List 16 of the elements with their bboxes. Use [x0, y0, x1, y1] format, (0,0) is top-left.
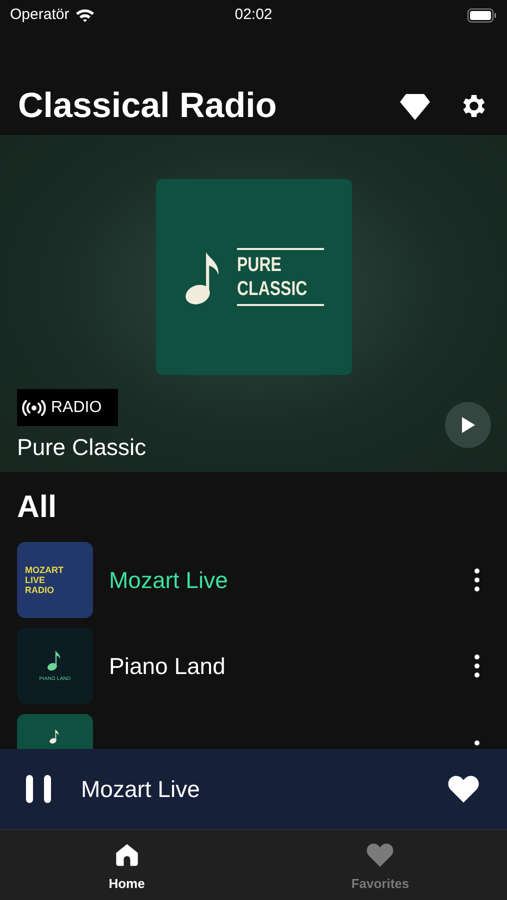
tab-item[interactable]: Favorites	[254, 830, 507, 900]
cover-text: CLASSIC	[236, 277, 307, 301]
app-title: Classical Radio	[18, 88, 277, 123]
station-name: Mozart Live	[109, 566, 228, 595]
cover-text: PURE	[236, 253, 282, 277]
carrier-text: Operatör	[10, 4, 70, 25]
station-name: Piano Land	[109, 652, 226, 681]
tab-item[interactable]: Home	[0, 830, 254, 900]
featured-banner[interactable]: PURE CLASSIC RADIO Pure Classic	[0, 135, 507, 472]
now-playing-title: Mozart Live	[81, 774, 200, 804]
featured-title: Pure Classic	[17, 433, 146, 462]
section-title: All	[16, 488, 58, 526]
station-row[interactable]: MOZART LIVE RADIO Mozart Live	[0, 542, 507, 618]
clock-text: 02:02	[234, 4, 272, 25]
badge-text: RADIO	[51, 398, 102, 418]
cover-text: MOZART LIVE RADIO	[25, 565, 64, 595]
